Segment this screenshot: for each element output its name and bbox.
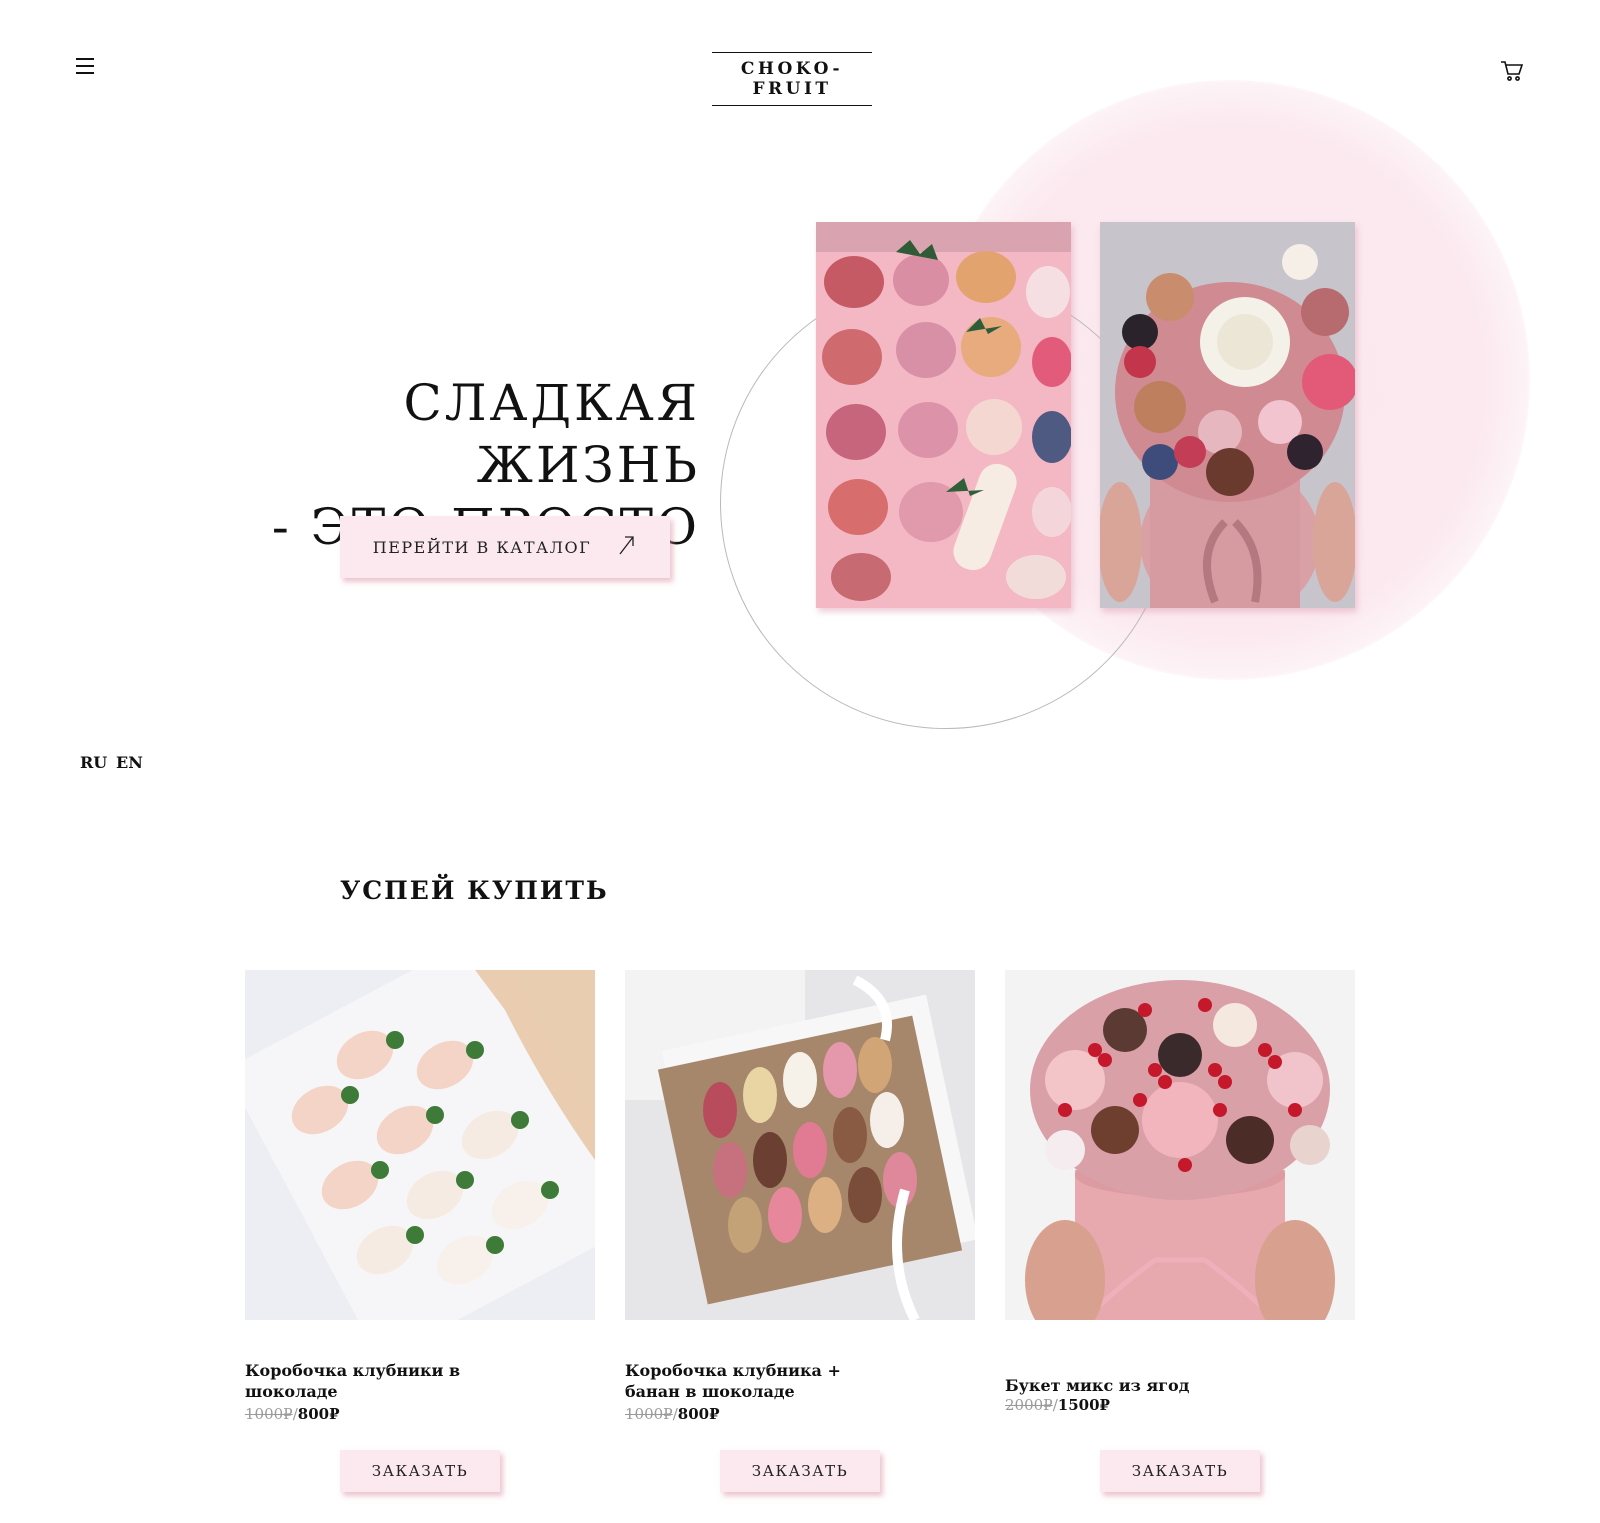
logo[interactable]: CHOKO-FRUIT <box>712 52 872 106</box>
catalog-button-label: ПЕРЕЙТИ В КАТАЛОГ <box>372 537 592 557</box>
product-card[interactable]: Коробочка клубники в шоколаде 1000₽/800₽… <box>245 970 595 1492</box>
current-price: 1500₽ <box>1057 1396 1110 1414</box>
language-ru[interactable]: RU <box>80 753 107 772</box>
order-button[interactable]: ЗАКАЗАТЬ <box>1100 1450 1260 1492</box>
product-image-strawberry-box[interactable] <box>245 970 595 1320</box>
old-price: 2000₽ <box>1005 1396 1053 1414</box>
go-to-catalog-button[interactable]: ПЕРЕЙТИ В КАТАЛОГ <box>340 516 670 578</box>
order-button[interactable]: ЗАКАЗАТЬ <box>720 1450 880 1492</box>
section-title: УСПЕЙ КУПИТЬ <box>340 876 609 905</box>
product-card[interactable]: Коробочка клубника + банан в шоколаде 10… <box>625 970 975 1492</box>
product-price: 1000₽/800₽ <box>625 1405 720 1423</box>
chocolate-fruits-box-photo <box>816 222 1071 608</box>
shopping-cart-icon[interactable] <box>1500 60 1526 84</box>
product-card[interactable]: Букет микс из ягод 2000₽/1500₽ ЗАКАЗАТЬ <box>1005 970 1355 1492</box>
product-price: 2000₽/1500₽ <box>1005 1396 1110 1414</box>
order-button[interactable]: ЗАКАЗАТЬ <box>340 1450 500 1492</box>
old-price: 1000₽ <box>245 1405 293 1423</box>
product-image-strawberry-banana-box[interactable] <box>625 970 975 1320</box>
product-name[interactable]: Коробочка клубники в шоколаде <box>245 1360 475 1402</box>
hamburger-menu-icon[interactable] <box>76 58 98 78</box>
hero-title-line1: СЛАДКАЯ ЖИЗНЬ <box>403 374 700 494</box>
arrow-up-right-icon <box>617 534 637 560</box>
old-price: 1000₽ <box>625 1405 673 1423</box>
current-price: 800₽ <box>677 1405 720 1423</box>
product-name[interactable]: Коробочка клубника + банан в шоколаде <box>625 1360 855 1402</box>
language-en[interactable]: EN <box>116 753 143 772</box>
current-price: 800₽ <box>297 1405 340 1423</box>
product-price: 1000₽/800₽ <box>245 1405 340 1423</box>
berry-macaron-bouquet-photo <box>1100 222 1355 608</box>
product-name[interactable]: Букет микс из ягод <box>1005 1375 1235 1396</box>
product-image-berry-bouquet[interactable] <box>1005 970 1355 1320</box>
